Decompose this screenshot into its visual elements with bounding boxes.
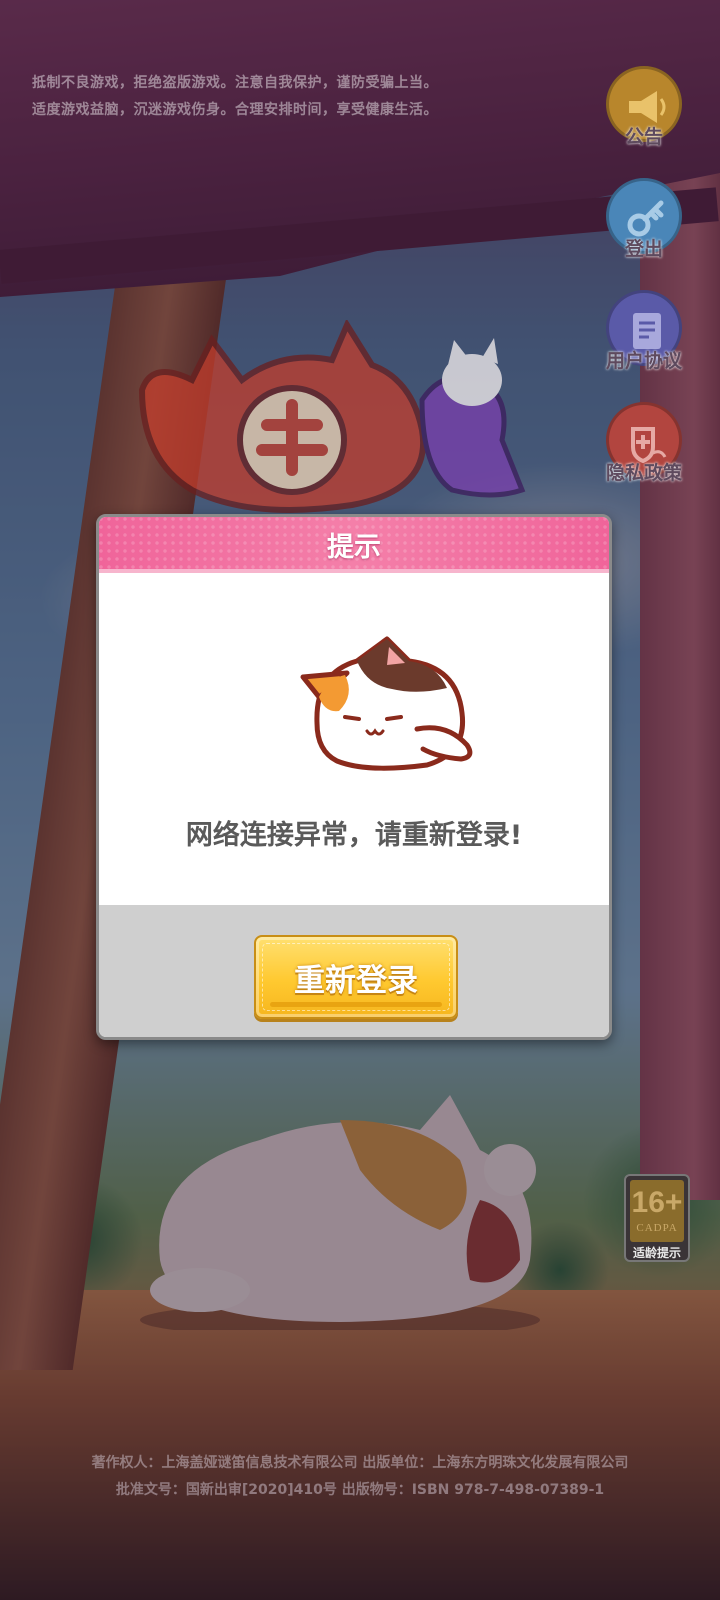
user-agreement-button[interactable]: 用户协议 [604, 290, 704, 390]
dialog-footer: 重新登录 [99, 905, 609, 1037]
announcement-button[interactable]: 公告 [604, 66, 704, 166]
dialog-body: 网络连接异常，请重新登录! [99, 573, 609, 905]
user-agreement-label: 用户协议 [605, 350, 682, 372]
announcement-label: 公告 [624, 126, 663, 148]
health-notice-line-1: 抵制不良游戏，拒绝盗版游戏。注意自我保护，谨防受骗上当。 [32, 75, 438, 91]
copyright-info: 著作权人：上海盖娅谜笛信息技术有限公司 出版单位：上海东方明珠文化发展有限公司 … [0, 1450, 720, 1504]
game-logo [138, 320, 526, 513]
logout-label: 登出 [624, 238, 663, 260]
privacy-policy-button[interactable]: 隐私政策 [604, 402, 704, 502]
copyright-line-1: 著作权人：上海盖娅谜笛信息技术有限公司 出版单位：上海东方明珠文化发展有限公司 [91, 1455, 629, 1471]
dialog-title: 提示 [327, 532, 381, 563]
age-rating-badge[interactable]: 16+ CADPA 适龄提示 [624, 1174, 690, 1262]
network-error-dialog: 提示 网络连接异常，请重新登录! 重新登录 [96, 514, 612, 1040]
copyright-line-2: 批准文号：国新出审[2020]410号 出版物号：ISBN 978-7-498-… [115, 1482, 605, 1498]
dialog-message: 网络连接异常，请重新登录! [185, 820, 523, 851]
relogin-button[interactable]: 重新登录 [254, 935, 458, 1019]
health-gaming-notice: 抵制不良游戏，拒绝盗版游戏。注意自我保护，谨防受骗上当。 适度游戏益脑，沉迷游戏… [32, 70, 552, 124]
age-rating-org: CADPA [636, 1222, 678, 1234]
logout-button[interactable]: 登出 [604, 178, 704, 278]
age-rating-panel: 16+ CADPA [630, 1180, 684, 1242]
health-notice-line-2: 适度游戏益脑，沉迷游戏伤身。合理安排时间，享受健康生活。 [32, 102, 438, 118]
privacy-policy-label: 隐私政策 [605, 462, 682, 484]
age-rating-caption: 适龄提示 [632, 1246, 681, 1260]
relogin-button-label: 重新登录 [294, 963, 418, 999]
dialog-header: 提示 [99, 517, 609, 573]
sleeping-cat-icon [300, 636, 473, 771]
age-rating-value: 16+ [631, 1186, 683, 1219]
